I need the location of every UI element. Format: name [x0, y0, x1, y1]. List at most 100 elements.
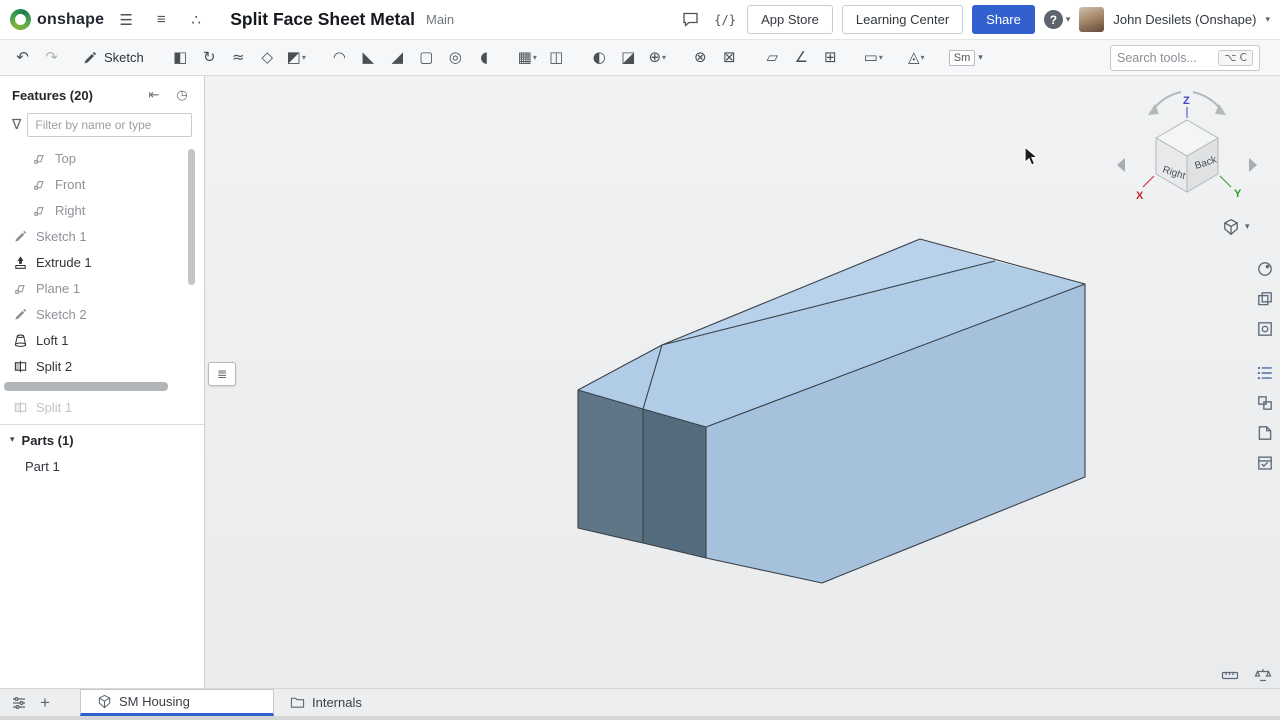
tab-manager-icon — [11, 695, 27, 711]
display-states-panel-button[interactable] — [1251, 314, 1279, 344]
featurescript-button[interactable]: {/} — [712, 7, 738, 33]
feature-item-split-2[interactable]: Split 2 — [0, 353, 190, 379]
tool-split[interactable]: ◪ — [614, 44, 643, 72]
tab-internals[interactable]: Internals — [274, 689, 378, 716]
workspace-label[interactable]: Main — [426, 12, 454, 27]
mass-properties-button[interactable] — [1254, 667, 1272, 683]
custom-features-button[interactable]: Sm ▾ — [949, 50, 983, 66]
search-tools-input[interactable] — [1117, 51, 1218, 65]
appearance-panel-button[interactable] — [1251, 254, 1279, 284]
user-menu-caret-icon[interactable]: ▾ — [1265, 15, 1270, 25]
feature-item-sketch-1[interactable]: Sketch 1 — [0, 223, 190, 249]
filter-icon[interactable]: ∇ — [12, 117, 21, 133]
instances-icon — [1256, 394, 1274, 412]
feature-list: Top Front Right Sketch 1 Extrude 1 Plane… — [0, 145, 204, 420]
tool-sheet-metal-model[interactable]: ▱ — [758, 44, 787, 72]
parts-section-header[interactable]: ▾ Parts (1) — [0, 427, 204, 453]
bom-panel-button[interactable] — [1251, 448, 1279, 478]
undo-button[interactable]: ↶ — [8, 44, 37, 72]
insert-feature-button[interactable]: ⇤ — [144, 85, 164, 105]
tool-hole[interactable]: ◎ — [441, 44, 470, 72]
app-store-button[interactable]: App Store — [747, 5, 833, 34]
history-button[interactable]: ◷ — [172, 85, 192, 105]
feature-icon — [13, 307, 28, 322]
tool-delete-face[interactable]: ⊗ — [686, 44, 715, 72]
share-button[interactable]: Share — [972, 5, 1035, 34]
feature-item-plane-1[interactable]: Plane 1 — [0, 275, 190, 301]
speech-bubble-icon — [682, 11, 699, 28]
comments-button[interactable] — [677, 7, 703, 33]
tool-revolve[interactable]: ↻ — [195, 44, 224, 72]
sheet-metal-panel-button[interactable] — [1251, 418, 1279, 448]
tool-flange[interactable]: ∠ — [787, 44, 816, 72]
view-options-button[interactable]: ▾ — [1222, 218, 1250, 236]
tool-fillet[interactable]: ◠ — [325, 44, 354, 72]
tool-mirror[interactable]: ◫ — [542, 44, 571, 72]
feature-item-front[interactable]: Front — [0, 171, 190, 197]
tab-sm-housing[interactable]: SM Housing — [80, 689, 274, 716]
rollback-handle[interactable]: ≣ — [208, 362, 236, 386]
rotate-left-chevron-icon[interactable] — [1117, 158, 1125, 172]
feature-filter-row: ∇ — [0, 109, 204, 145]
feature-item-top[interactable]: Top — [0, 145, 190, 171]
tool-loft[interactable]: ◇ — [253, 44, 282, 72]
tool-plane[interactable]: ▭▾ — [859, 44, 888, 72]
feature-item-loft-1[interactable]: Loft 1 — [0, 327, 190, 353]
features-scrollbar-thumb[interactable] — [188, 149, 195, 285]
feature-icon — [32, 177, 47, 192]
feature-icon — [32, 203, 47, 218]
feature-item-sketch-2[interactable]: Sketch 2 — [0, 301, 190, 327]
tool-wrap[interactable]: ◖ — [470, 44, 499, 72]
rollback-bar[interactable] — [4, 382, 168, 391]
configurations-panel-button[interactable] — [1251, 284, 1279, 314]
view-cube[interactable]: Right Back Z X Y — [1112, 84, 1262, 214]
plus-icon: + — [40, 693, 50, 713]
tool-chamfer[interactable]: ◣ — [354, 44, 383, 72]
feature-item-split-1[interactable]: Split 1 — [0, 394, 190, 420]
feature-item-extrude-1[interactable]: Extrude 1 — [0, 249, 190, 275]
search-tools-box[interactable]: ⌥ C — [1110, 45, 1260, 71]
tool-mate-connector[interactable]: ◬▾ — [902, 44, 931, 72]
user-avatar[interactable] — [1079, 7, 1104, 32]
user-name[interactable]: John Desilets (Onshape) — [1113, 12, 1256, 27]
feature-list-icon — [1256, 364, 1274, 382]
horizontal-scrollbar[interactable] — [0, 716, 1280, 720]
bom-table-icon — [1256, 454, 1274, 472]
x-axis-label: X — [1136, 190, 1144, 202]
insert-icon: ⇤ — [149, 87, 160, 103]
hamburger-icon: ☰ — [119, 11, 132, 29]
tool-draft[interactable]: ◢ — [383, 44, 412, 72]
tool-shell[interactable]: ▢ — [412, 44, 441, 72]
learning-center-button[interactable]: Learning Center — [842, 5, 963, 34]
tab-icon — [97, 694, 112, 709]
tool-move-face[interactable]: ⊠ — [715, 44, 744, 72]
sketch-label: Sketch — [104, 50, 144, 65]
redo-button[interactable]: ↷ — [37, 44, 66, 72]
tool-extrude[interactable]: ◧ — [166, 44, 195, 72]
help-button[interactable]: ? ▾ — [1044, 10, 1071, 29]
tool-sweep[interactable]: ≈ — [224, 44, 253, 72]
measure-button[interactable] — [1221, 667, 1239, 683]
feature-filter-input[interactable] — [27, 113, 192, 137]
feature-item-right[interactable]: Right — [0, 197, 190, 223]
cube-icon — [1222, 218, 1240, 236]
tab-manager-button[interactable] — [6, 690, 32, 716]
part-face-end-right[interactable] — [643, 409, 706, 558]
onshape-logo[interactable]: onshape — [10, 9, 104, 30]
tool-thicken[interactable]: ◩▾ — [282, 44, 311, 72]
tool-boolean[interactable]: ◐ — [585, 44, 614, 72]
sketch-button[interactable]: Sketch — [72, 44, 154, 72]
tool-linear-pattern[interactable]: ▦▾ — [513, 44, 542, 72]
versions-graph-button[interactable]: ∴ — [183, 7, 209, 33]
main-menu-button[interactable]: ☰ — [113, 7, 139, 33]
tool-sheet-metal-tab[interactable]: ⊞ — [816, 44, 845, 72]
add-tab-button[interactable]: + — [32, 690, 58, 716]
part-face-end-left[interactable] — [578, 390, 643, 543]
document-outline-button[interactable]: ≡ — [148, 7, 174, 33]
tool-transform[interactable]: ⊕▾ — [643, 44, 672, 72]
instances-panel-button[interactable] — [1251, 388, 1279, 418]
part-item-1[interactable]: Part 1 — [0, 453, 204, 479]
rotate-right-chevron-icon[interactable] — [1249, 158, 1257, 172]
versions-icon: ∴ — [191, 11, 201, 29]
feature-list-panel-button[interactable] — [1251, 358, 1279, 388]
